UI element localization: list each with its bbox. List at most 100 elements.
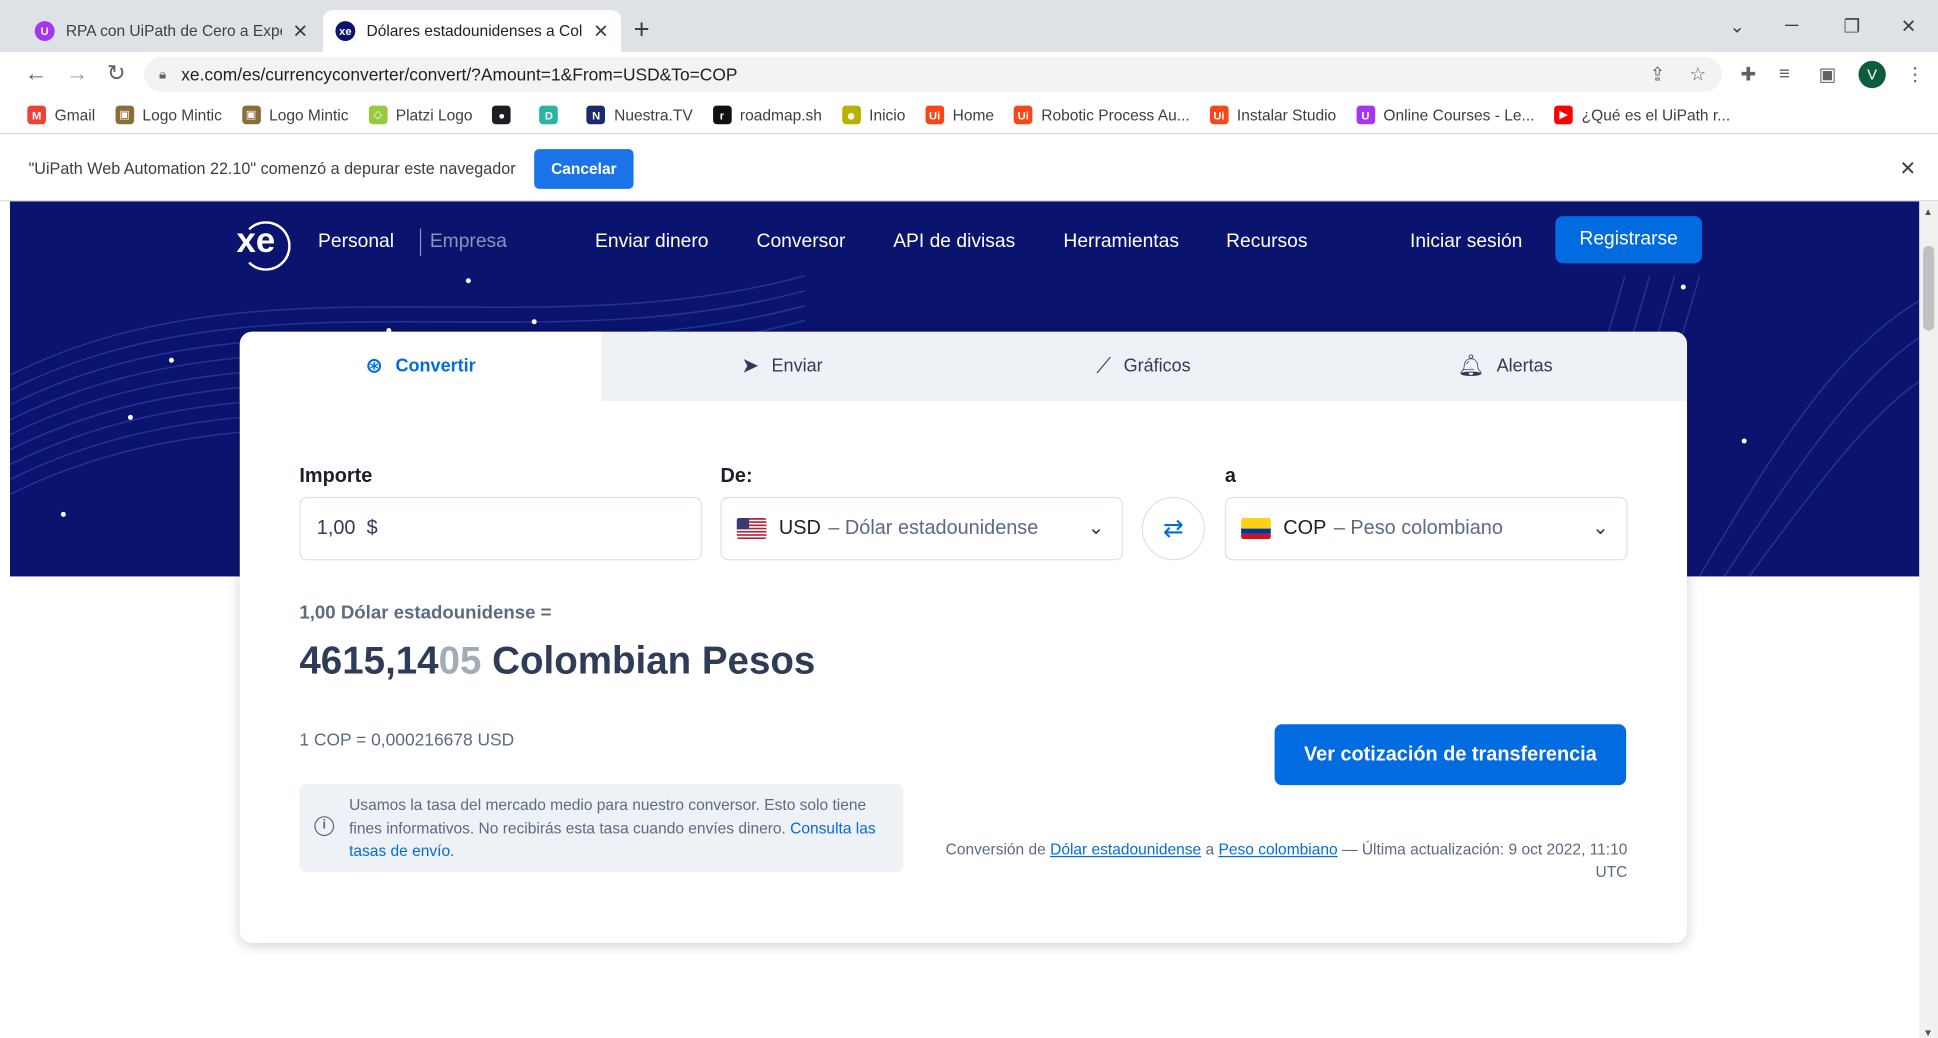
bookmark-item[interactable]: ▣ Logo Mintic (241, 105, 349, 125)
bookmark-label: ¿Qué es el UiPath r... (1581, 106, 1731, 124)
share-icon[interactable]: ⇪ (1650, 63, 1666, 86)
nav-recursos[interactable]: Recursos (1226, 231, 1307, 253)
new-tab-icon[interactable]: + (634, 14, 650, 46)
converter-tabs: ⊛ Convertir ➤ Enviar ⟋ Gráficos 🔔︎ Alert… (239, 331, 1688, 402)
bookmark-item[interactable]: ▣ Logo Mintic (115, 105, 222, 125)
page-scrollbar[interactable]: ▲ ▼ (1919, 201, 1938, 1038)
login-link[interactable]: Iniciar sesión (1410, 231, 1522, 253)
nav-api-divisas[interactable]: API de divisas (893, 231, 1015, 253)
bookmark-label: Nuestra.TV (614, 106, 693, 124)
swap-arrows-icon: ⇄ (1162, 515, 1184, 543)
update-prefix: Conversión de (945, 841, 1046, 859)
bookmark-item[interactable]: N Nuestra.TV (586, 105, 693, 125)
amount-input[interactable]: 1,00 $ (299, 496, 702, 561)
nav-empresa[interactable]: Empresa (430, 231, 507, 253)
close-tab-icon[interactable]: ✕ (292, 20, 308, 42)
chevron-down-icon: ⌄ (1087, 518, 1105, 540)
nav-enviar-dinero[interactable]: Enviar dinero (595, 231, 708, 253)
avatar[interactable]: V (1858, 60, 1886, 89)
bookmark-label: Robotic Process Au... (1041, 106, 1190, 124)
tab-label: Convertir (395, 356, 476, 377)
scroll-up-icon[interactable]: ▲ (1923, 206, 1933, 217)
address-bar[interactable]: 🔒︎ xe.com/es/currencyconverter/convert/?… (144, 57, 1722, 92)
from-currency-select[interactable]: USD – Dólar estadounidense ⌄ (720, 496, 1124, 561)
tab-convertir[interactable]: ⊛ Convertir (239, 331, 602, 402)
cancel-button[interactable]: Cancelar (534, 149, 634, 189)
lock-icon: 🔒︎ (159, 66, 167, 82)
scroll-down-icon[interactable]: ▼ (1923, 1027, 1933, 1038)
nav-herramientas[interactable]: Herramientas (1063, 231, 1179, 253)
tab-enviar[interactable]: ➤ Enviar (601, 332, 963, 402)
send-plane-icon: ➤ (741, 354, 760, 378)
star-icon[interactable]: ☆ (1690, 63, 1707, 86)
tab-alertas[interactable]: 🔔︎ Alertas (1324, 332, 1686, 402)
bookmark-item[interactable]: D (539, 105, 567, 125)
bookmark-label: Home (952, 106, 995, 124)
to-currency-select[interactable]: COP – Peso colombiano ⌄ (1224, 496, 1628, 561)
bookmark-label: Inicio (869, 106, 906, 124)
tab-title: RPA con UiPath de Cero a Experto (65, 22, 283, 40)
restore-icon[interactable]: ❐ (1844, 15, 1861, 37)
bookmark-d-icon: D (539, 105, 559, 125)
tab-strip: U RPA con UiPath de Cero a Experto ✕ xe … (0, 0, 1938, 53)
bookmark-item[interactable]: ● (492, 105, 519, 125)
colombia-flag-icon (1241, 518, 1271, 540)
gmail-icon: M (27, 105, 46, 125)
from-currency-name: – Dólar estadounidense (828, 517, 1039, 539)
close-tab-icon[interactable]: ✕ (593, 20, 609, 42)
bookmark-label: Online Courses - Le... (1383, 106, 1535, 124)
converter-card: ⊛ Convertir ➤ Enviar ⟋ Gráficos 🔔︎ Alert… (239, 331, 1688, 943)
bookmark-item[interactable]: ◇ Platzi Logo (368, 105, 473, 125)
result-faded-digits: 05 (438, 638, 482, 683)
bookmark-item[interactable]: M Gmail (27, 105, 95, 125)
note-text: Usamos la tasa del mercado medio para nu… (349, 796, 867, 837)
reading-list-icon[interactable]: ≡ (1779, 63, 1790, 84)
reload-icon[interactable]: ↻ (107, 61, 126, 87)
bookmark-item[interactable]: ☻ Inicio (841, 105, 906, 125)
menu-kebab-icon[interactable]: ⋮ (1906, 63, 1925, 86)
xe-logo[interactable]: xe (224, 216, 291, 271)
bell-icon: 🔔︎ (1457, 354, 1485, 378)
nav-divider (419, 228, 422, 256)
mintic-icon: ▣ (115, 105, 134, 125)
tab-label: Enviar (771, 356, 823, 377)
tab-search-chevron-icon[interactable]: ⌄ (1729, 15, 1745, 37)
tab-graficos[interactable]: ⟋ Gráficos (963, 332, 1325, 402)
minimize-icon[interactable]: ─ (1785, 15, 1798, 36)
xe-page: xe Personal Empresa Enviar dinero Conver… (9, 201, 1920, 1038)
debug-infobar: "UiPath Web Automation 22.10" comenzó a … (0, 136, 1938, 202)
cop-link[interactable]: Peso colombiano (1219, 841, 1338, 858)
back-arrow-icon[interactable]: ← (25, 61, 47, 87)
bookmark-item[interactable]: ▶ ¿Qué es el UiPath r... (1554, 105, 1731, 125)
from-label: De: (720, 465, 753, 487)
update-mid: a (1205, 841, 1215, 859)
bookmark-item[interactable]: Ui Robotic Process Au... (1013, 105, 1190, 125)
side-panel-icon[interactable]: ▣ (1819, 63, 1837, 86)
result-source: 1,00 Dólar estadounidense = (299, 602, 552, 624)
nav-conversor[interactable]: Conversor (757, 231, 846, 253)
register-button[interactable]: Registrarse (1555, 216, 1702, 264)
transfer-quote-button[interactable]: Ver cotización de transferencia (1274, 724, 1627, 786)
bookmark-label: Instalar Studio (1236, 106, 1337, 124)
last-updated: Conversión de Dólar estadounidense a Pes… (935, 839, 1628, 884)
window-close-icon[interactable]: ✕ (1901, 15, 1917, 37)
inicio-icon: ☻ (841, 105, 861, 125)
scroll-thumb[interactable] (1923, 245, 1935, 331)
bookmark-item[interactable]: Ui Home (925, 105, 995, 125)
extensions-icon[interactable]: ✚ (1740, 63, 1756, 86)
chart-line-icon: ⟋ (1096, 354, 1112, 378)
browser-tab-udemy[interactable]: U RPA con UiPath de Cero a Experto ✕ (22, 10, 320, 52)
nav-personal[interactable]: Personal (318, 231, 394, 253)
bookmark-item[interactable]: U Online Courses - Le... (1356, 105, 1535, 125)
forward-arrow-icon[interactable]: → (66, 61, 88, 87)
browser-tab-xe[interactable]: xe Dólares estadounidenses a Colon ✕ (322, 9, 622, 53)
bookmark-item[interactable]: r roadmap.sh (712, 105, 822, 125)
bookmark-item[interactable]: Ui Instalar Studio (1209, 105, 1337, 125)
to-currency-code: COP (1283, 517, 1327, 539)
amount-value: 1,00 (316, 517, 356, 539)
usd-link[interactable]: Dólar estadounidense (1050, 841, 1201, 858)
us-flag-icon (736, 518, 767, 540)
infobar-close-icon[interactable]: ✕ (1899, 157, 1916, 182)
uipath-icon: Ui (1013, 105, 1033, 125)
swap-currencies-button[interactable]: ⇄ (1141, 496, 1206, 561)
